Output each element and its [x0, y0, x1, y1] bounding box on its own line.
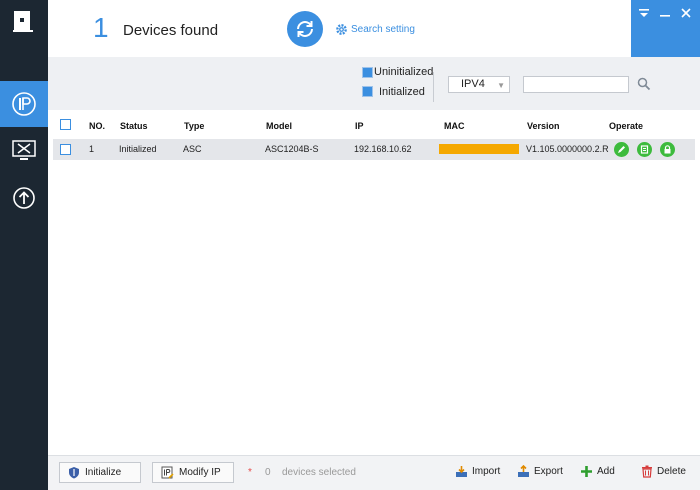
- shield-icon: [69, 467, 79, 479]
- window-controls: [631, 0, 700, 57]
- modify-ip-label: Modify IP: [179, 467, 221, 478]
- close-icon[interactable]: [679, 6, 693, 20]
- lock-icon: [664, 145, 671, 154]
- import-button[interactable]: Import: [455, 465, 500, 478]
- uninitialized-checkbox[interactable]: [362, 67, 373, 78]
- plus-icon: [581, 466, 592, 477]
- edit-icon: [618, 146, 625, 153]
- row-type: ASC: [183, 144, 202, 154]
- edit-button[interactable]: [614, 142, 629, 157]
- col-model: Model: [266, 121, 292, 131]
- delete-button[interactable]: Delete: [641, 465, 686, 478]
- chevron-down-icon: ▼: [497, 81, 505, 90]
- initialized-label: Initialized: [379, 86, 425, 98]
- web-button[interactable]: [637, 142, 652, 157]
- col-type: Type: [184, 121, 205, 131]
- row-model: ASC1204B-S: [265, 144, 319, 154]
- sidebar: [0, 0, 48, 490]
- header: 1 Devices found Search setting: [48, 0, 700, 57]
- ip-version-select[interactable]: IPV4 ▼: [448, 76, 510, 93]
- search-icon[interactable]: [637, 77, 651, 91]
- import-icon: [456, 466, 467, 477]
- footer-toolbar: Initialize Modify IP * 0 devices selecte…: [48, 455, 700, 490]
- selected-count: 0: [265, 467, 271, 478]
- row-ip: 192.168.10.62: [354, 144, 412, 154]
- minimize-icon[interactable]: [658, 6, 672, 20]
- devices-selected-label: devices selected: [282, 467, 356, 478]
- col-version: Version: [527, 121, 560, 131]
- modify-ip-button[interactable]: Modify IP: [152, 462, 234, 483]
- initialize-label: Initialize: [85, 467, 122, 478]
- tools-icon: [12, 140, 36, 160]
- device-count: 1: [93, 12, 109, 43]
- ip-version-value: IPV4: [461, 78, 485, 90]
- initialize-button[interactable]: Initialize: [59, 462, 141, 483]
- ip-edit-icon: [161, 466, 174, 479]
- import-label: Import: [472, 466, 501, 477]
- trash-icon: [642, 465, 652, 478]
- col-ip: IP: [355, 121, 364, 131]
- search-setting-label: Search setting: [351, 24, 415, 35]
- sidebar-item-upgrade[interactable]: [0, 175, 48, 221]
- mac-redaction-bar: [439, 144, 519, 154]
- row-checkbox[interactable]: [60, 144, 71, 155]
- col-status: Status: [120, 121, 148, 131]
- table-row[interactable]: 1 Initialized ASC ASC1204B-S 192.168.10.…: [53, 139, 695, 160]
- search-setting-button[interactable]: Search setting: [335, 23, 415, 36]
- filter-divider: [433, 72, 434, 102]
- upgrade-icon: [13, 187, 35, 209]
- add-label: Add: [597, 466, 615, 477]
- device-list-area: [53, 160, 695, 452]
- select-all-checkbox[interactable]: [60, 119, 71, 130]
- refresh-button[interactable]: [287, 11, 323, 47]
- menu-dropdown-icon[interactable]: [637, 6, 651, 20]
- export-button[interactable]: Export: [517, 465, 563, 478]
- search-input[interactable]: [523, 76, 629, 93]
- row-version: V1.105.0000000.2.R: [526, 144, 609, 154]
- lock-button[interactable]: [660, 142, 675, 157]
- app-logo-icon: [13, 11, 33, 32]
- refresh-icon: [297, 21, 313, 37]
- gear-icon: [336, 24, 347, 35]
- sidebar-item-tools[interactable]: [0, 128, 48, 174]
- add-button[interactable]: Add: [580, 465, 615, 478]
- uninitialized-label: Uninitialized: [374, 66, 434, 78]
- table-header: NO. Status Type Model IP MAC Version Ope…: [53, 116, 695, 136]
- web-page-icon: [640, 145, 649, 154]
- col-operate: Operate: [609, 121, 644, 131]
- sidebar-item-ip-config[interactable]: [0, 81, 48, 127]
- export-label: Export: [534, 466, 563, 477]
- delete-label: Delete: [657, 466, 686, 477]
- col-mac: MAC: [444, 121, 465, 131]
- selected-star: *: [248, 467, 252, 478]
- devices-found-label: Devices found: [123, 22, 219, 39]
- col-no: NO.: [89, 121, 106, 131]
- export-icon: [518, 465, 529, 477]
- ip-config-icon: [12, 92, 36, 116]
- row-no: 1: [89, 144, 95, 154]
- row-status: Initialized: [119, 144, 157, 154]
- initialized-checkbox[interactable]: [362, 86, 373, 97]
